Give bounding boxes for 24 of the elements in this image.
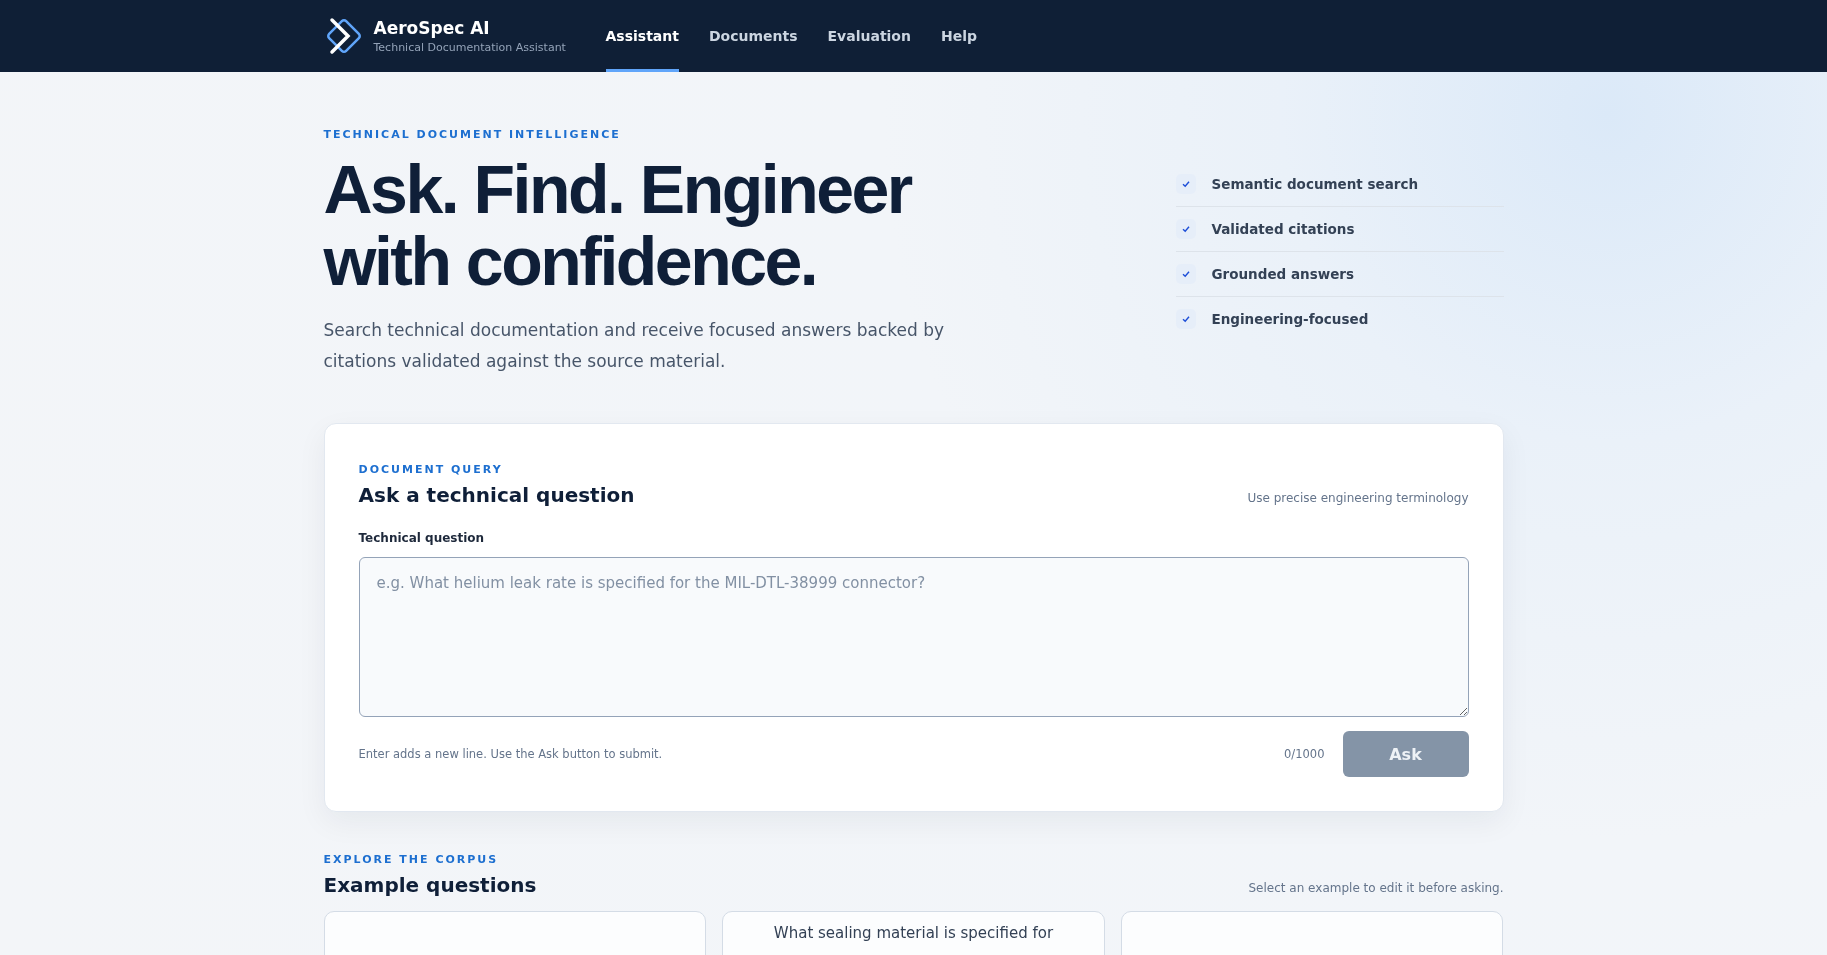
character-counter: 0/1000 (1284, 747, 1325, 761)
section-title: Example questions (323, 873, 537, 897)
feature-label: Grounded answers (1211, 266, 1354, 282)
nav-tab[interactable]: Help (940, 0, 977, 72)
feature-label: Engineering-focused (1211, 311, 1369, 327)
help-text: Enter adds a new line. Use the Ask button to submit. (358, 747, 664, 761)
example-question-card[interactable]: What sealing material is specified for (722, 911, 1105, 955)
brand-name: AeroSpec AI (373, 18, 491, 38)
hint-text: Use precise engineering terminology (1247, 491, 1469, 505)
question-input-field[interactable]: e.g. What helium leak rate is specified for the MIL-DTL-38999 connector? (358, 557, 1469, 717)
brand-tagline: Technical Documentation Assistant (373, 41, 566, 54)
feature-label: Semantic document search (1211, 176, 1419, 192)
nav-tab[interactable]: Assistant (605, 0, 679, 72)
hero-title: Ask. Find. Engineer with confidence. (323, 153, 913, 297)
section-eyebrow: TECHNICAL DOCUMENT INTELLIGENCE (323, 128, 621, 141)
hint-text: Select an example to edit it before asking. (1248, 881, 1504, 895)
field-label: Technical question (358, 531, 486, 545)
hero-description: Search technical documentation and receive focused answers backed by citations validated against the source material. (323, 319, 945, 373)
section-eyebrow: DOCUMENT QUERY (358, 463, 503, 476)
card-title: Ask a technical question (358, 483, 635, 507)
feature-label: Validated citations (1211, 221, 1355, 237)
section-eyebrow: EXPLORE THE CORPUS (323, 853, 499, 866)
nav-tab[interactable]: Documents (708, 0, 798, 72)
nav-tab[interactable]: Evaluation (827, 0, 911, 72)
